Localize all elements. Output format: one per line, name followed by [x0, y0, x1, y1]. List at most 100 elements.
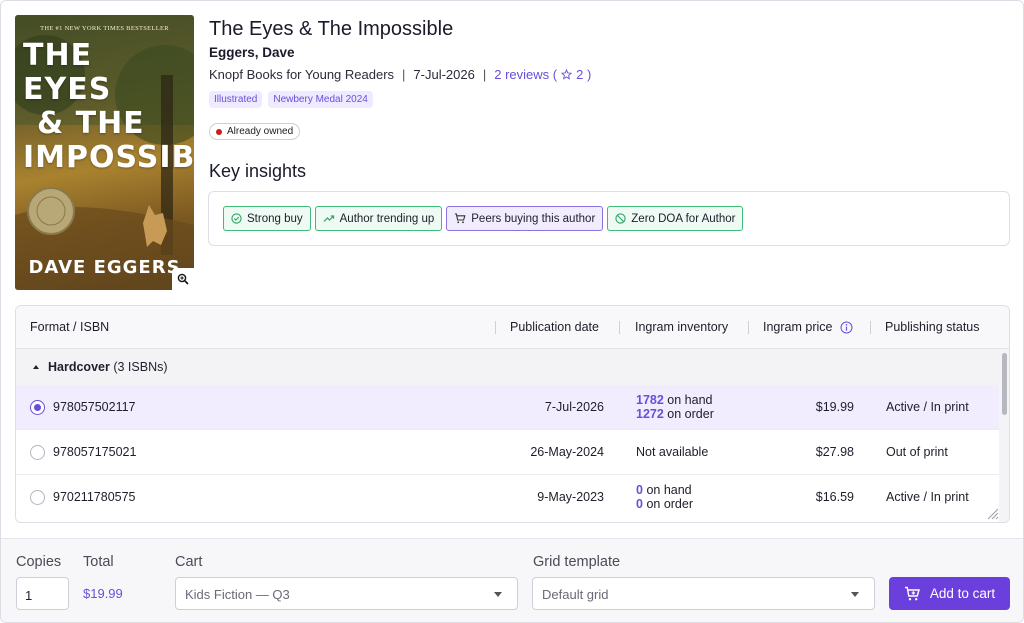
reviews-count: 2 reviews (: [494, 67, 558, 82]
insight-chip-zero-doa[interactable]: Zero DOA for Author: [607, 206, 744, 231]
add-to-cart-button[interactable]: Add to cart: [889, 577, 1010, 610]
column-divider[interactable]: [495, 321, 496, 334]
group-name: Hardcover: [48, 360, 110, 374]
column-header-status[interactable]: Publishing status: [885, 320, 980, 334]
price-cell: $27.98: [815, 445, 854, 459]
cart-select[interactable]: Kids Fiction — Q3: [175, 577, 518, 610]
on-order-count: 1272: [636, 407, 664, 421]
add-to-cart-label: Add to cart: [929, 586, 996, 601]
grid-template-select[interactable]: Default grid: [532, 577, 875, 610]
check-circle-icon: [231, 213, 242, 224]
cover-title: THE EYES & THE IMPOSSIBLE: [23, 38, 194, 175]
column-divider[interactable]: [748, 321, 749, 334]
cover-author: DAVE EGGERS: [28, 257, 181, 278]
insights-panel: Strong buy Author trending up Peers buyi…: [208, 191, 1010, 246]
insight-chip-author-trending[interactable]: Author trending up: [314, 206, 443, 231]
group-count: (3 ISBNs): [113, 360, 168, 374]
inventory-cell: Not available: [636, 445, 709, 459]
row-radio[interactable]: [30, 490, 45, 505]
chevron-down-icon: [494, 592, 502, 597]
book-title: The Eyes & The Impossible: [209, 18, 454, 40]
isbn-table: Format / ISBN Publication date Ingram in…: [15, 305, 1010, 523]
column-header-price[interactable]: Ingram price: [763, 320, 832, 334]
publication-date-cell: 7-Jul-2026: [544, 400, 604, 414]
reviews-link[interactable]: 2 reviews ( 2 ): [494, 67, 591, 82]
column-divider[interactable]: [619, 321, 620, 334]
tag-newbery[interactable]: Newbery Medal 2024: [268, 91, 373, 108]
already-owned-badge: Already owned: [209, 123, 301, 140]
cover-title-line: THE EYES: [23, 38, 112, 107]
tag-illustrated[interactable]: Illustrated: [209, 91, 263, 108]
product-panel: THE #1 NEW YORK TIMES BESTSELLER THE EYE…: [0, 0, 1024, 623]
zoom-in-icon: [177, 273, 189, 285]
insight-label: Peers buying this author: [471, 212, 596, 225]
cover-title-line: & THE: [37, 106, 145, 141]
total-label: Total: [83, 554, 114, 570]
copies-input[interactable]: 1: [16, 577, 69, 610]
grid-template-label: Grid template: [533, 554, 621, 570]
column-header-inventory[interactable]: Ingram inventory: [635, 320, 728, 334]
book-meta: Knopf Books for Young Readers | 7-Jul-20…: [209, 67, 591, 82]
tag-list: Illustrated Newbery Medal 2024: [209, 91, 373, 108]
on-hand-label: on hand: [646, 483, 692, 497]
isbn: 978057502117: [53, 400, 136, 414]
on-order-count: 0: [636, 497, 643, 511]
status-cell: Active / In print: [886, 490, 969, 504]
status-cell: Out of print: [886, 445, 948, 459]
column-header-date[interactable]: Publication date: [510, 320, 599, 334]
table-row[interactable]: 970211780575 9-May-2023 0 on hand 0 on o…: [16, 475, 1001, 520]
on-order-label: on order: [667, 407, 714, 421]
insights-heading: Key insights: [209, 161, 307, 181]
insight-label: Strong buy: [247, 212, 303, 225]
cover-nyt-line: THE #1 NEW YORK TIMES BESTSELLER: [40, 25, 169, 32]
book-author[interactable]: Eggers, Dave: [209, 45, 295, 60]
column-header-format[interactable]: Format / ISBN: [30, 320, 109, 334]
cart-selected-value: Kids Fiction — Q3: [185, 587, 290, 602]
inventory-cell: 1782 on hand 1272 on order: [636, 393, 714, 421]
on-hand-count: 0: [636, 483, 643, 497]
publisher: Knopf Books for Young Readers: [209, 67, 395, 82]
on-hand-count: 1782: [636, 393, 664, 407]
publication-date: 7-Jul-2026: [413, 67, 475, 82]
publication-date-cell: 26-May-2024: [530, 445, 604, 459]
status-cell: Active / In print: [886, 400, 969, 414]
scrollbar-thumb[interactable]: [1002, 353, 1007, 415]
book-cover-image[interactable]: THE #1 NEW YORK TIMES BESTSELLER THE EYE…: [15, 15, 194, 290]
table-header: Format / ISBN Publication date Ingram in…: [16, 306, 1009, 349]
reviews-rating: 2 ): [576, 67, 592, 82]
trending-up-icon: [323, 215, 334, 222]
meta-separator: |: [402, 67, 406, 82]
insight-chip-strong-buy[interactable]: Strong buy: [223, 206, 311, 231]
group-label: Hardcover (3 ISBNs): [48, 360, 168, 374]
meta-separator: |: [482, 67, 487, 82]
inventory-cell: 0 on hand 0 on order: [636, 483, 693, 511]
publication-date-cell: 9-May-2023: [537, 490, 604, 504]
cart-label: Cart: [175, 554, 203, 570]
info-icon[interactable]: [840, 321, 853, 334]
insight-chip-peers-buying[interactable]: Peers buying this author: [446, 206, 604, 231]
owned-label: Already owned: [227, 126, 294, 137]
row-radio[interactable]: [30, 400, 45, 415]
add-cart-icon: [904, 586, 920, 600]
chevron-down-icon: [851, 592, 859, 597]
grid-selected-value: Default grid: [542, 587, 609, 602]
price-cell: $16.59: [815, 490, 854, 504]
owned-dot-icon: [216, 128, 222, 135]
star-icon: [561, 69, 573, 80]
price-cell: $19.99: [815, 400, 854, 414]
insight-label: Zero DOA for Author: [631, 212, 736, 225]
collapse-caret-icon[interactable]: [33, 365, 39, 369]
cover-title-line: IMPOSSIBLE: [23, 140, 194, 175]
isbn: 978057175021: [53, 445, 137, 459]
total-value: $19.99: [83, 586, 123, 601]
row-radio[interactable]: [30, 445, 45, 460]
resize-handle-icon[interactable]: [985, 506, 999, 520]
column-divider[interactable]: [870, 321, 871, 334]
group-row-hardcover[interactable]: Hardcover (3 ISBNs): [16, 349, 1001, 385]
table-row[interactable]: 978057175021 26-May-2024 Not available $…: [16, 430, 1001, 475]
cart-icon: [455, 213, 466, 224]
isbn: 970211780575: [53, 490, 136, 504]
table-row[interactable]: 978057502117 7-Jul-2026 1782 on hand 127…: [16, 385, 1001, 430]
on-order-label: on order: [646, 497, 693, 511]
zoom-button[interactable]: [172, 268, 194, 290]
